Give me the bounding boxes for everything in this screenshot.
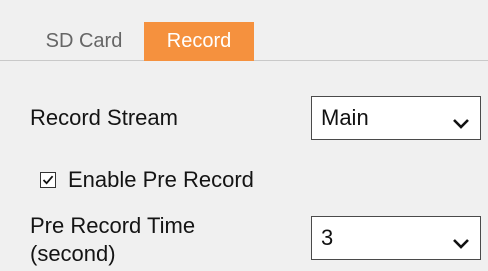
pre-record-time-select[interactable]: 3	[311, 216, 481, 260]
enable-pre-record-checkbox[interactable]	[40, 172, 56, 188]
tab-sd-card[interactable]: SD Card	[28, 22, 140, 61]
chevron-down-icon	[451, 111, 471, 129]
pre-record-time-value: 3	[321, 225, 334, 250]
pre-record-time-label: Pre Record Time	[30, 213, 196, 238]
chevron-down-icon	[451, 231, 471, 249]
tab-bar: SD Card Record	[0, 0, 488, 61]
record-stream-value: Main	[321, 105, 369, 130]
pre-record-time-unit-label: (second)	[30, 241, 116, 266]
checkmark-icon	[42, 175, 54, 185]
tab-record[interactable]: Record	[144, 22, 254, 61]
record-stream-select[interactable]: Main	[311, 96, 481, 140]
record-stream-label: Record Stream	[30, 105, 178, 130]
enable-pre-record-label: Enable Pre Record	[68, 167, 254, 192]
